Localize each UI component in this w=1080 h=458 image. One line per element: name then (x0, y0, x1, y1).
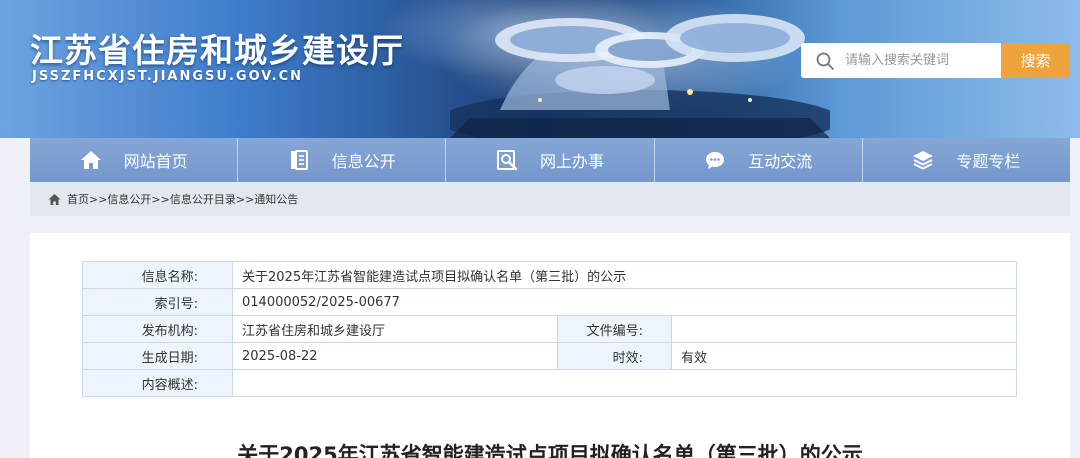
date-label: 生成日期: (82, 342, 233, 370)
info-name-value: 关于2025年江苏省智能建造试点项目拟确认名单（第三批）的公示 (232, 261, 1017, 289)
breadcrumb: 首页>>信息公开>>信息公开目录>>通知公告 (30, 182, 1070, 216)
chat-icon (704, 149, 726, 171)
nav-item-label: 专题专栏 (956, 152, 1021, 171)
service-icon (496, 149, 518, 171)
home-icon (48, 193, 61, 205)
summary-label: 内容概述: (82, 369, 233, 397)
publisher-value: 江苏省住房和城乡建设厅 (232, 315, 558, 343)
table-row: 内容概述: (82, 369, 1017, 397)
nav-item-label: 网站首页 (123, 152, 188, 171)
search-icon (816, 52, 834, 70)
site-title: 江苏省住房和城乡建设厅 (30, 31, 404, 70)
table-row: 信息名称: 关于2025年江苏省智能建造试点项目拟确认名单（第三批）的公示 (82, 261, 1017, 289)
info-name-label: 信息名称: (82, 261, 233, 289)
table-row: 发布机构: 江苏省住房和城乡建设厅 文件编号: (82, 315, 1017, 343)
table-row: 生成日期: 2025-08-22 时效: 有效 (82, 342, 1017, 370)
validity-label: 时效: (557, 342, 672, 370)
nav-item-label: 互动交流 (748, 152, 813, 171)
doc-number-label: 文件编号: (557, 315, 672, 343)
content-panel: 信息名称: 关于2025年江苏省智能建造试点项目拟确认名单（第三批）的公示 索引… (30, 233, 1070, 458)
index-label: 索引号: (82, 288, 233, 316)
nav-item-special-topics[interactable]: 专题专栏 (862, 138, 1071, 182)
info-table: 信息名称: 关于2025年江苏省智能建造试点项目拟确认名单（第三批）的公示 索引… (82, 261, 1017, 397)
search-input[interactable] (845, 53, 995, 68)
nav-item-info-public[interactable]: 信息公开 (238, 138, 447, 182)
search-button[interactable]: 搜索 (1001, 43, 1070, 78)
nav-item-online-service[interactable]: 网上办事 (446, 138, 655, 182)
publisher-label: 发布机构: (82, 315, 233, 343)
main-nav: 网站首页 信息公开 网上办事 互动交流 专题专栏 (30, 138, 1071, 182)
validity-value: 有效 (671, 342, 1017, 370)
header-banner: 江苏省住房和城乡建设厅 JSSZFHCXJST.JIANGSU.GOV.CN 搜… (0, 0, 1080, 138)
layers-icon (912, 149, 934, 171)
site-domain: JSSZFHCXJST.JIANGSU.GOV.CN (32, 69, 304, 84)
doc-number-value (671, 315, 1017, 343)
summary-value (232, 369, 1017, 397)
stadium-illustration (450, 14, 830, 138)
nav-item-label: 网上办事 (540, 152, 605, 171)
search-box (801, 43, 1001, 78)
nav-item-home[interactable]: 网站首页 (30, 138, 239, 182)
nav-item-interaction[interactable]: 互动交流 (654, 138, 863, 182)
document-title: 关于2025年江苏省智能建造试点项目拟确认名单（第三批）的公示 (237, 443, 863, 458)
home-icon (80, 149, 102, 171)
document-icon (288, 149, 310, 171)
date-value: 2025-08-22 (232, 342, 558, 370)
breadcrumb-text[interactable]: 首页>>信息公开>>信息公开目录>>通知公告 (67, 191, 298, 207)
nav-item-label: 信息公开 (331, 152, 396, 171)
table-row: 索引号: 014000052/2025-00677 (82, 288, 1017, 316)
index-value: 014000052/2025-00677 (232, 288, 1017, 316)
